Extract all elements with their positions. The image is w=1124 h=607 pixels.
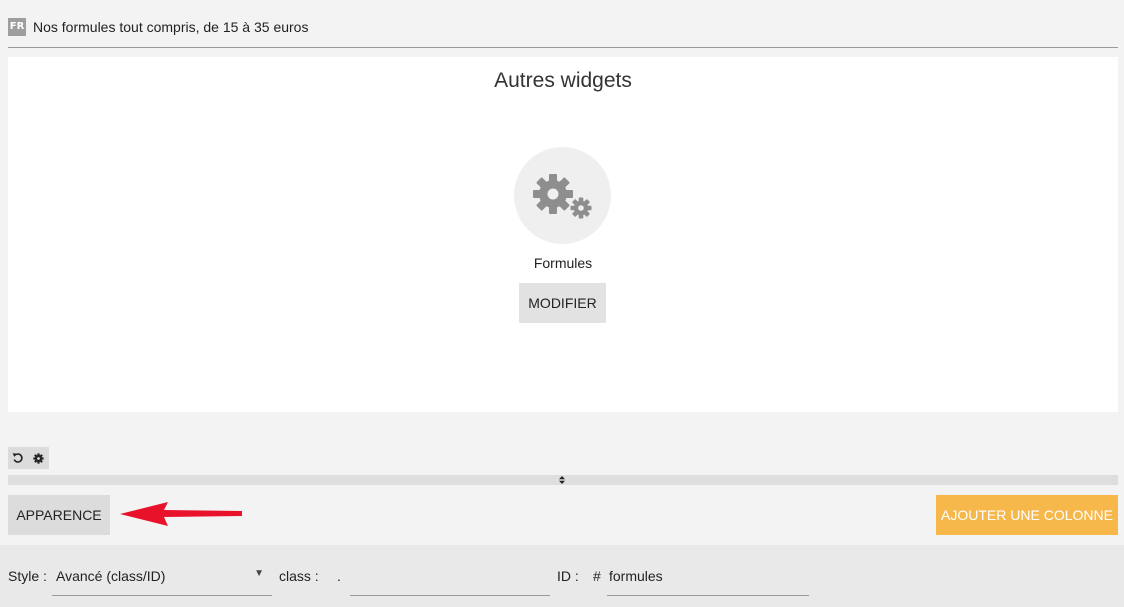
gears-icon (533, 174, 592, 219)
widget-panel: Autres widgets Formules MODIFIER (8, 57, 1118, 412)
widget-name: Formules (533, 255, 593, 271)
language-title-bar: FR Nos formules tout compris, de 15 à 35… (8, 17, 1118, 48)
id-input[interactable]: formules (607, 559, 809, 596)
dropdown-caret-icon: ▼ (254, 568, 264, 579)
undo-icon (12, 453, 23, 463)
language-badge[interactable]: FR (8, 18, 26, 36)
mini-toolbar (8, 447, 49, 469)
undo-button[interactable] (8, 447, 28, 469)
modify-button[interactable]: MODIFIER (519, 283, 606, 323)
id-label: ID : (557, 568, 579, 584)
widget-icon-circle (514, 147, 611, 244)
resize-handle-icon (559, 476, 565, 484)
settings-button[interactable] (28, 447, 48, 469)
id-prefix: # (593, 568, 601, 584)
annotation-arrow-left-icon (120, 502, 242, 526)
row-splitter[interactable] (8, 475, 1118, 485)
widget-heading: Autres widgets (494, 69, 632, 92)
gear-icon (32, 452, 44, 464)
settings-bar: Style : Avancé (class/ID) ▼ class : . ID… (0, 545, 1124, 607)
class-prefix: . (337, 568, 341, 584)
id-input-value: formules (609, 568, 663, 584)
style-select[interactable]: Avancé (class/ID) ▼ (52, 559, 272, 596)
appearance-button[interactable]: APPARENCE (8, 495, 110, 535)
class-label: class : (279, 568, 319, 584)
style-select-value: Avancé (class/ID) (56, 568, 166, 584)
section-title[interactable]: Nos formules tout compris, de 15 à 35 eu… (33, 19, 308, 35)
class-input[interactable] (350, 559, 550, 596)
style-label: Style : (8, 568, 47, 584)
add-column-button[interactable]: AJOUTER UNE COLONNE (936, 495, 1118, 535)
